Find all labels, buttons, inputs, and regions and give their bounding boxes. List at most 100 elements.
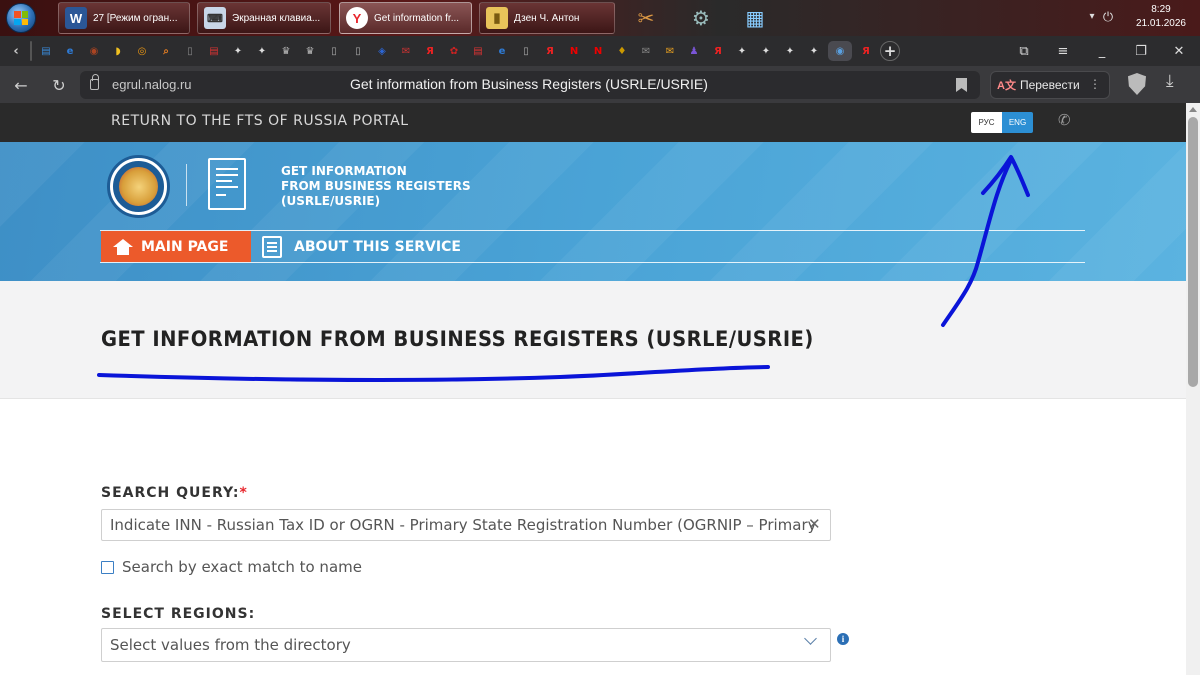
edge-icon[interactable]: e (60, 41, 80, 61)
service-title-line: (USRLE/USRIE) (281, 194, 381, 208)
back-arrow-icon[interactable]: ← (8, 72, 34, 98)
tabs-back-icon[interactable]: ‹ (6, 41, 26, 61)
site-topbar: RETURN TO THE FTS OF RUSSIA PORTAL РУС E… (0, 103, 1186, 142)
translate-label: Перевести (1019, 78, 1080, 92)
return-to-fts-link[interactable]: RETURN TO THE FTS OF RUSSIA PORTAL (111, 113, 409, 129)
scissors-icon[interactable]: ✂ (632, 4, 660, 32)
about-document-icon (262, 235, 282, 258)
tab-divider (30, 41, 32, 61)
chat-icon[interactable]: ✉ (636, 41, 656, 61)
gear-icon[interactable]: ⚙ (687, 4, 715, 32)
fts-emblem-logo[interactable] (107, 155, 170, 218)
star-icon[interactable]: ✦ (228, 41, 248, 61)
word-icon: W (65, 7, 87, 29)
badge-icon[interactable]: ♦ (612, 41, 632, 61)
taskbar-item-onscreen-keyboard[interactable]: ⌨ Экранная клавиа... (197, 2, 331, 34)
power-icon[interactable]: ⏻ (1094, 3, 1122, 31)
yandex-icon[interactable]: Я (856, 41, 876, 61)
bookmarks-icon[interactable]: ▤ (36, 41, 56, 61)
taskbar-item-folder[interactable]: ▮ Дзен Ч. Антон (479, 2, 615, 34)
mail-icon[interactable]: ✉ (396, 41, 416, 61)
netflix-icon[interactable]: N (588, 41, 608, 61)
taskbar-item-label: 27 [Режим огран... (93, 12, 178, 24)
service-title-line: FROM BUSINESS REGISTERS (281, 179, 471, 193)
taskbar-item-browser[interactable]: Y Get information fr... (339, 2, 472, 34)
tab-manager-icon[interactable]: ⧉ (1005, 36, 1043, 66)
page-icon[interactable]: ▯ (180, 41, 200, 61)
scroll-thumb[interactable] (1188, 117, 1198, 387)
translate-icon: A文 (997, 80, 1016, 92)
edge-icon[interactable]: e (492, 41, 512, 61)
star-icon[interactable]: ✦ (756, 41, 776, 61)
document-icon (208, 158, 246, 210)
eagle-icon[interactable]: ♛ (300, 41, 320, 61)
address-page-title: Get information from Business Registers … (350, 76, 708, 92)
game-icon[interactable]: ◉ (84, 41, 104, 61)
bookmark-icon[interactable] (956, 78, 967, 92)
search-query-label-text: SEARCH QUERY: (101, 485, 240, 501)
search-query-input[interactable]: Indicate INN - Russian Tax ID or OGRN - … (101, 509, 831, 541)
yandex-icon[interactable]: Я (420, 41, 440, 61)
star-icon[interactable]: ✦ (252, 41, 272, 61)
pdf-icon[interactable]: ▤ (468, 41, 488, 61)
ok-icon[interactable]: ◎ (132, 41, 152, 61)
clear-input-icon[interactable]: ✕ (808, 515, 821, 533)
lang-eng-button[interactable]: ENG (1002, 112, 1033, 133)
start-button[interactable] (6, 3, 36, 33)
phone-icon[interactable]: ✆ (1058, 111, 1071, 129)
new-tab-icon[interactable]: + (880, 41, 900, 61)
folder-icon: ▮ (486, 7, 508, 29)
exact-match-option[interactable]: Search by exact match to name (101, 558, 362, 576)
nav-about-service[interactable]: ABOUT THIS SERVICE (262, 231, 461, 262)
home-icon (113, 238, 133, 255)
star-icon[interactable]: ✦ (732, 41, 752, 61)
restore-icon[interactable]: ❐ (1122, 36, 1160, 66)
page-title: GET INFORMATION FROM BUSINESS REGISTERS … (101, 327, 814, 351)
eagle-icon[interactable]: ♛ (276, 41, 296, 61)
nav-about-label: ABOUT THIS SERVICE (294, 238, 461, 255)
emblem-ring (113, 161, 164, 212)
menu-icon[interactable]: ≡ (1044, 36, 1082, 66)
star-icon[interactable]: ✦ (804, 41, 824, 61)
header-divider (186, 164, 187, 206)
person-icon[interactable]: ♟ (684, 41, 704, 61)
download-icon[interactable]: ⤓ (1166, 71, 1174, 91)
banana-icon[interactable]: ◗ (108, 41, 128, 61)
maple-icon[interactable]: ✿ (444, 41, 464, 61)
nav-main-page[interactable]: MAIN PAGE (101, 231, 251, 262)
system-clock[interactable]: 8:29 21.01.2026 (1136, 3, 1186, 31)
lock-icon (90, 74, 99, 90)
reload-icon[interactable]: ↻ (46, 72, 72, 98)
nav-main-label: MAIN PAGE (141, 238, 229, 255)
page-icon[interactable]: ▯ (324, 41, 344, 61)
yandex-browser-icon: Y (346, 7, 368, 29)
protect-shield-icon[interactable] (1128, 73, 1146, 95)
yandex-icon[interactable]: Я (708, 41, 728, 61)
translate-button[interactable]: A文 Перевести ⋮ (990, 71, 1110, 99)
lang-rus-button[interactable]: РУС (971, 112, 1002, 133)
more-options-icon[interactable]: ⋮ (1089, 77, 1101, 91)
taskbar-item-word[interactable]: W 27 [Режим огран... (58, 2, 190, 34)
info-icon[interactable]: i (837, 633, 849, 645)
scroll-up-arrow[interactable] (1189, 107, 1197, 112)
mail-icon[interactable]: ✉ (660, 41, 680, 61)
control-panel-icon[interactable]: ▦ (741, 4, 769, 32)
pdf-icon[interactable]: ▤ (204, 41, 224, 61)
page-icon[interactable]: ▯ (516, 41, 536, 61)
browser-icon[interactable]: ◉ (828, 41, 852, 61)
page-icon[interactable]: ▯ (348, 41, 368, 61)
minimize-icon[interactable]: _ (1083, 36, 1121, 66)
netflix-icon[interactable]: N (564, 41, 584, 61)
page-scrollbar[interactable] (1186, 103, 1200, 675)
yandex-icon[interactable]: Я (540, 41, 560, 61)
search-icon[interactable]: ⌕ (156, 41, 176, 61)
taskbar-item-label: Дзен Ч. Антон (514, 12, 580, 24)
language-switch: РУС ENG (971, 112, 1033, 133)
windows-taskbar: W 27 [Режим огран... ⌨ Экранная клавиа..… (0, 0, 1200, 36)
shield-icon[interactable]: ◈ (372, 41, 392, 61)
regions-dropdown[interactable]: Select values from the directory (101, 628, 831, 662)
exact-match-checkbox[interactable] (101, 560, 114, 574)
star-icon[interactable]: ✦ (780, 41, 800, 61)
close-icon[interactable]: ✕ (1160, 36, 1198, 66)
address-bar[interactable]: egrul.nalog.ru Get information from Busi… (80, 71, 980, 99)
